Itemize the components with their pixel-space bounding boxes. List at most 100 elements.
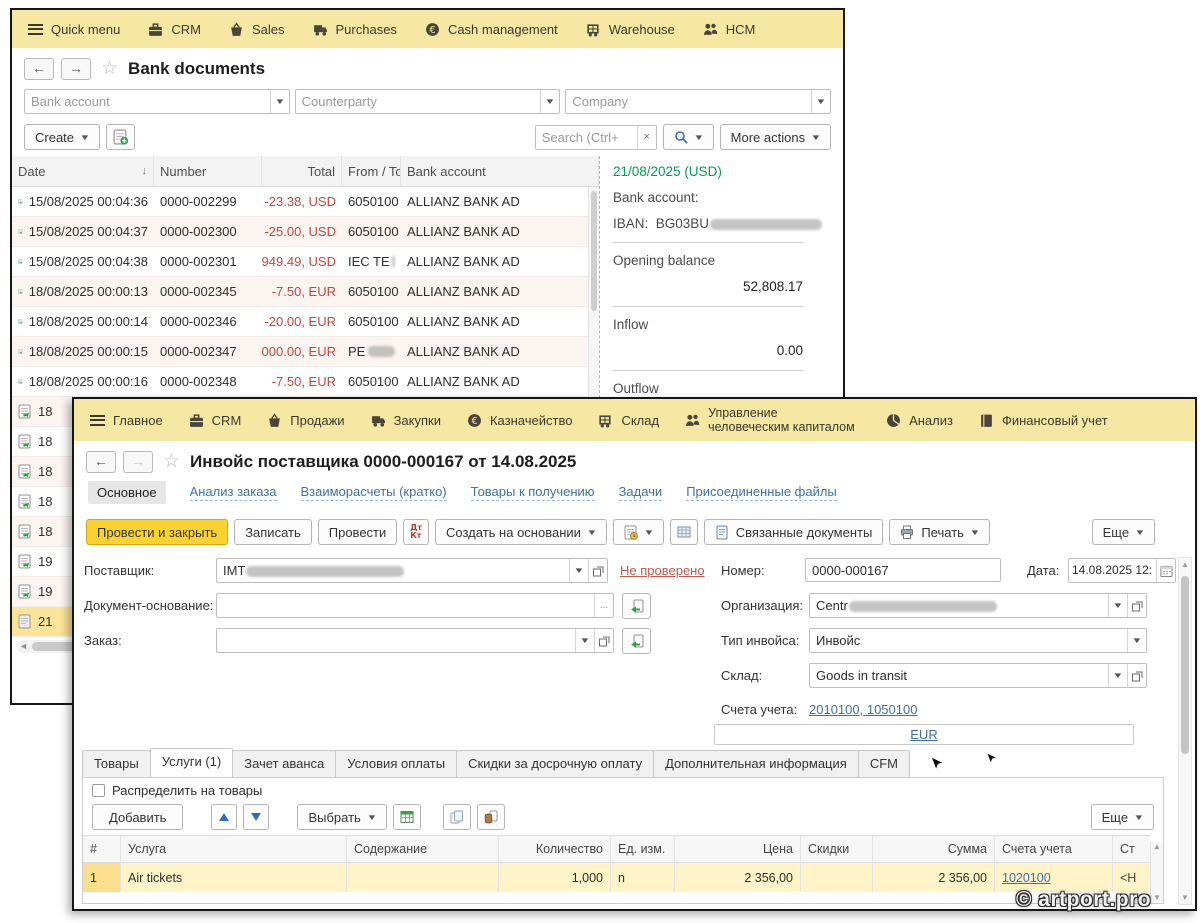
menu-item-finance[interactable]: Финансовый учет xyxy=(979,413,1108,428)
counterparty-filter[interactable]: Counterparty▼ xyxy=(295,89,561,114)
not-checked-link[interactable]: Не проверено xyxy=(620,563,705,578)
chevron-down-icon[interactable]: ▼ xyxy=(1127,629,1146,652)
order-field[interactable]: ▼ xyxy=(216,628,614,653)
open-icon[interactable] xyxy=(1127,594,1146,617)
table-row[interactable]: 18/08/2025 00:00:14 0000-002346 -20.00, … xyxy=(12,307,599,337)
create-button[interactable]: Create▼ xyxy=(24,124,100,150)
report-grid-button[interactable] xyxy=(670,519,698,545)
tab-tasks[interactable]: Задачи xyxy=(619,484,663,501)
tab-early-payment-discounts[interactable]: Скидки за досрочную оплату xyxy=(456,750,654,777)
menu-item-warehouse[interactable]: Склад xyxy=(598,413,659,428)
search-input[interactable]: Search (Ctrl+× xyxy=(535,125,657,150)
back-button[interactable]: ← xyxy=(24,58,54,80)
account-link[interactable]: 1020100 xyxy=(1002,871,1051,885)
forward-button[interactable]: → xyxy=(61,58,91,80)
menu-item-hcm[interactable]: HCM xyxy=(703,22,756,37)
menu-item-crm[interactable]: CRM xyxy=(148,22,201,37)
favorite-star-icon[interactable]: ☆ xyxy=(163,450,180,473)
base-document-field[interactable]: ... xyxy=(216,593,614,618)
menu-item-purchases[interactable]: Закупки xyxy=(371,413,441,428)
table-row[interactable]: 15/08/2025 00:04:37 0000-002300 -25.00, … xyxy=(12,217,599,247)
services-scrollbar[interactable]: ▲▼ xyxy=(1150,842,1163,903)
organization-field[interactable]: Centr ▼ xyxy=(809,593,1147,618)
column-header-bank[interactable]: Bank account xyxy=(401,156,599,186)
add-row-button[interactable]: Добавить xyxy=(92,804,183,830)
column-header-total[interactable]: Total xyxy=(262,156,342,186)
open-icon[interactable] xyxy=(588,559,607,582)
menu-item-treasury[interactable]: Казначейство xyxy=(467,413,572,428)
calendar-icon[interactable] xyxy=(1156,559,1175,582)
tab-cfm[interactable]: CFM xyxy=(858,750,910,777)
tab-services[interactable]: Услуги (1) xyxy=(150,748,233,777)
supplier-field[interactable]: IMT ▼ xyxy=(216,558,608,583)
print-button[interactable]: Печать▼ xyxy=(889,519,990,545)
column-header-quantity[interactable]: Количество xyxy=(499,836,611,862)
tab-order-analysis[interactable]: Анализ заказа xyxy=(190,484,277,501)
post-and-close-button[interactable]: Провести и закрыть xyxy=(86,519,228,545)
form-vertical-scrollbar[interactable]: ▲ ▼ xyxy=(1178,557,1192,905)
tab-main[interactable]: Основное xyxy=(88,481,166,504)
warehouse-field[interactable]: Goods in transit ▼ xyxy=(809,663,1147,688)
table-row[interactable]: 15/08/2025 00:04:38 0000-002301 -5,949.4… xyxy=(12,247,599,277)
back-button[interactable]: ← xyxy=(86,451,116,473)
favorite-star-icon[interactable]: ☆ xyxy=(101,57,118,80)
more-actions-button[interactable]: More actions▼ xyxy=(720,124,831,150)
scrollbar-thumb[interactable] xyxy=(1181,576,1189,754)
menu-item-hcm[interactable]: Управление человеческим капиталом xyxy=(685,406,860,435)
linked-documents-button[interactable]: Связанные документы xyxy=(704,519,884,545)
chevron-down-icon[interactable]: ▼ xyxy=(575,629,594,652)
column-header-service[interactable]: Услуга xyxy=(121,836,347,862)
scrollbar-thumb[interactable] xyxy=(591,191,597,311)
table-row[interactable]: 18/08/2025 00:00:15 0000-002347 -3,000.0… xyxy=(12,337,599,367)
currency-link[interactable]: EUR xyxy=(910,727,937,742)
chevron-down-icon[interactable]: ▼ xyxy=(1108,664,1127,687)
column-header-date[interactable]: Date↓ xyxy=(12,156,154,186)
ellipsis-icon[interactable]: ... xyxy=(594,594,613,617)
tab-additional-info[interactable]: Дополнительная информация xyxy=(653,750,859,777)
column-header-st[interactable]: Ст xyxy=(1113,836,1150,862)
menu-item-analysis[interactable]: Анализ xyxy=(886,413,953,428)
table-row[interactable]: 18/08/2025 00:00:13 0000-002345 -7.50, E… xyxy=(12,277,599,307)
menu-item-quick-menu[interactable]: Quick menu xyxy=(28,22,120,37)
post-button[interactable]: Провести xyxy=(318,519,398,545)
delete-row-button[interactable] xyxy=(477,804,505,830)
tab-advance-offset[interactable]: Зачет аванса xyxy=(232,750,336,777)
select-button[interactable]: Выбрать▼ xyxy=(297,804,386,830)
company-filter[interactable]: Company▼ xyxy=(565,89,831,114)
open-icon[interactable] xyxy=(594,629,613,652)
more-button[interactable]: Еще▼ xyxy=(1092,519,1155,545)
save-button[interactable]: Записать xyxy=(234,519,312,545)
tab-goods-to-receive[interactable]: Товары к получению xyxy=(471,484,595,501)
fill-from-order-button[interactable] xyxy=(622,628,651,654)
menu-item-crm[interactable]: CRM xyxy=(189,413,242,428)
table-row[interactable]: 15/08/2025 00:04:36 0000-002299 -23.38, … xyxy=(12,187,599,217)
dr-cr-button[interactable]: ДтКт xyxy=(403,519,429,545)
menu-item-sales[interactable]: Продажи xyxy=(267,413,344,428)
scroll-left-icon[interactable]: ◄ xyxy=(19,641,28,651)
column-header-unit[interactable]: Ед. изм. xyxy=(611,836,675,862)
invoice-type-field[interactable]: Инвойс ▼ xyxy=(809,628,1147,653)
menu-item-warehouse[interactable]: Warehouse xyxy=(586,22,675,37)
column-header-content[interactable]: Содержание xyxy=(347,836,499,862)
fill-from-base-button[interactable] xyxy=(622,593,651,619)
column-header-fromto[interactable]: From / To xyxy=(342,156,401,186)
services-more-button[interactable]: Еще▼ xyxy=(1091,804,1154,830)
menu-item-main[interactable]: Главное xyxy=(90,413,163,428)
column-header-amount[interactable]: Сумма xyxy=(873,836,995,862)
accounts-link[interactable]: 2010100, 1050100 xyxy=(809,702,917,717)
tab-attached-files[interactable]: Присоединенные файлы xyxy=(686,484,837,501)
column-header-discount[interactable]: Скидки xyxy=(801,836,873,862)
document-history-button[interactable]: ▼ xyxy=(613,519,664,545)
copy-row-button[interactable] xyxy=(443,804,471,830)
tab-goods[interactable]: Товары xyxy=(82,750,151,777)
menu-item-purchases[interactable]: Purchases xyxy=(313,22,397,37)
chevron-down-icon[interactable]: ▼ xyxy=(1108,594,1127,617)
date-field[interactable]: 14.08.2025 12: xyxy=(1068,558,1176,583)
chevron-down-icon[interactable]: ▼ xyxy=(540,90,559,113)
forward-button[interactable]: → xyxy=(123,451,153,473)
clear-search-icon[interactable]: × xyxy=(637,126,656,149)
menu-item-cash-management[interactable]: Cash management xyxy=(425,22,558,37)
distribute-checkbox[interactable] xyxy=(92,784,105,797)
services-row-selected[interactable]: 1 Air tickets 1,000 n 2 356,00 2 356,00 … xyxy=(83,863,1150,892)
menu-item-sales[interactable]: Sales xyxy=(229,22,285,37)
